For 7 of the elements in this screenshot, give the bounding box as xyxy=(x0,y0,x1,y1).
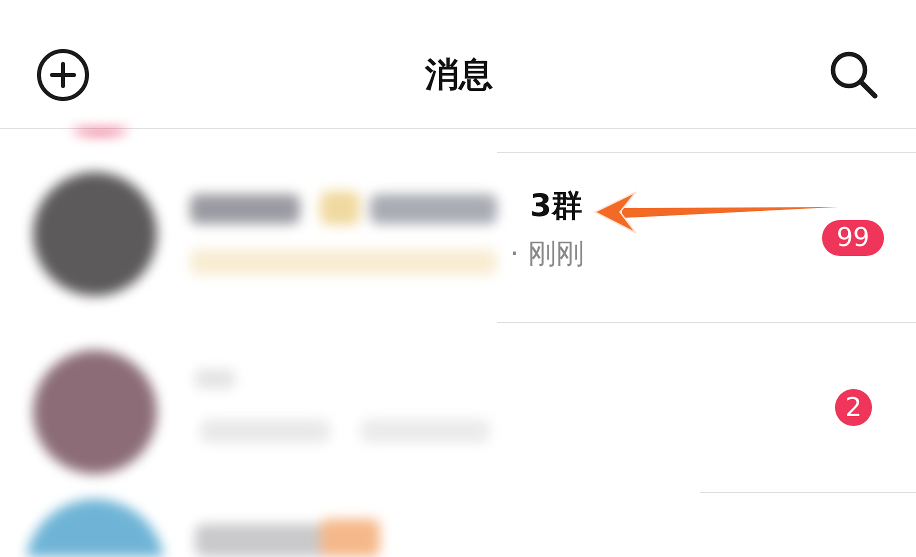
conversation-title: 3群 xyxy=(530,191,584,222)
page-title: 消息 xyxy=(425,54,493,96)
unread-badge: 2 xyxy=(835,389,872,426)
unread-badge: 99 xyxy=(822,220,884,256)
conversation-time: · 刚刚 xyxy=(510,240,584,268)
search-icon[interactable] xyxy=(828,49,880,101)
add-icon[interactable] xyxy=(36,48,90,102)
